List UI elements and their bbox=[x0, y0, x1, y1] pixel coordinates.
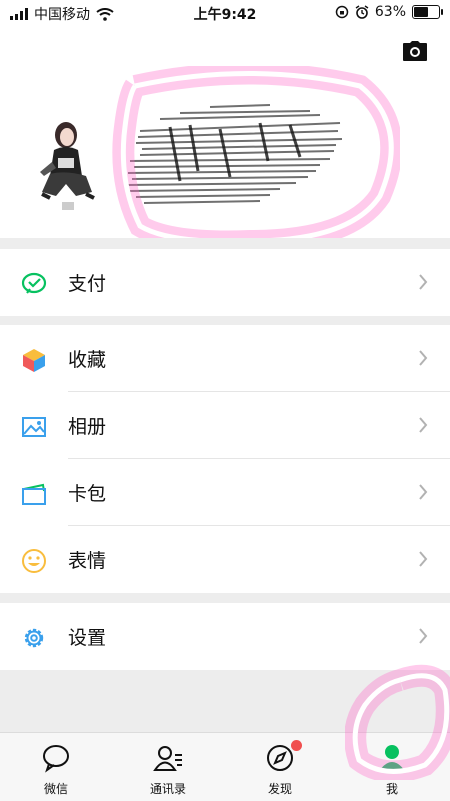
chat-bubble-icon bbox=[43, 745, 69, 773]
battery-percent: 63% bbox=[374, 4, 406, 20]
chevron-right-icon bbox=[419, 350, 428, 366]
tab-bar: 微信 通讯录 发现 我 bbox=[0, 732, 450, 801]
chevron-right-icon bbox=[419, 417, 428, 433]
menu-item-card-wallet[interactable]: 卡包 bbox=[0, 459, 450, 526]
tab-label: 微信 bbox=[43, 782, 68, 796]
camera-icon[interactable] bbox=[402, 40, 428, 62]
chevron-right-icon bbox=[419, 551, 428, 567]
menu-item-favorites[interactable]: 收藏 bbox=[0, 325, 450, 392]
profile-header[interactable] bbox=[0, 26, 450, 238]
smiley-icon bbox=[22, 549, 46, 573]
battery-icon bbox=[412, 5, 443, 19]
settings-section: 设置 bbox=[0, 603, 450, 670]
menu-label: 设置 bbox=[68, 627, 107, 649]
photo-album-icon bbox=[22, 417, 46, 437]
menu-item-pay[interactable]: 支付 bbox=[0, 249, 450, 316]
tab-label: 发现 bbox=[267, 782, 292, 796]
menu-label: 表情 bbox=[68, 550, 107, 572]
highlight-circle bbox=[112, 66, 400, 238]
chevron-right-icon bbox=[419, 274, 428, 290]
notification-badge bbox=[291, 740, 302, 751]
menu-item-album[interactable]: 相册 bbox=[0, 392, 450, 459]
avatar[interactable] bbox=[36, 110, 100, 214]
status-right: 63% bbox=[335, 4, 443, 20]
contacts-icon bbox=[153, 746, 182, 771]
battery-fill bbox=[414, 7, 428, 17]
tab-contacts[interactable]: 通讯录 bbox=[112, 733, 224, 801]
tab-label: 通讯录 bbox=[149, 782, 186, 796]
chevron-right-icon bbox=[419, 484, 428, 500]
chevron-right-icon bbox=[419, 628, 428, 644]
menu-label: 收藏 bbox=[68, 349, 107, 371]
gear-icon bbox=[24, 628, 44, 648]
rotation-lock-icon bbox=[335, 5, 349, 19]
menu-item-settings[interactable]: 设置 bbox=[0, 603, 450, 670]
tab-chats[interactable]: 微信 bbox=[0, 733, 112, 801]
menu-label: 相册 bbox=[68, 416, 107, 438]
cube-icon bbox=[23, 349, 45, 372]
menu-item-stickers[interactable]: 表情 bbox=[0, 526, 450, 593]
wechat-pay-icon bbox=[21, 272, 47, 294]
tab-discover[interactable]: 发现 bbox=[224, 733, 336, 801]
card-wallet-icon bbox=[22, 483, 46, 505]
menu-label: 卡包 bbox=[68, 483, 107, 505]
menu-label: 支付 bbox=[68, 273, 107, 295]
status-bar: 中国移动 上午9:42 63% bbox=[0, 0, 450, 26]
person-icon bbox=[379, 745, 405, 771]
pay-section: 支付 bbox=[0, 249, 450, 316]
tab-label: 我 bbox=[385, 782, 398, 796]
tools-section: 收藏 相册 卡包 表情 bbox=[0, 325, 450, 593]
alarm-icon bbox=[355, 5, 369, 19]
tab-me[interactable]: 我 bbox=[336, 733, 448, 801]
